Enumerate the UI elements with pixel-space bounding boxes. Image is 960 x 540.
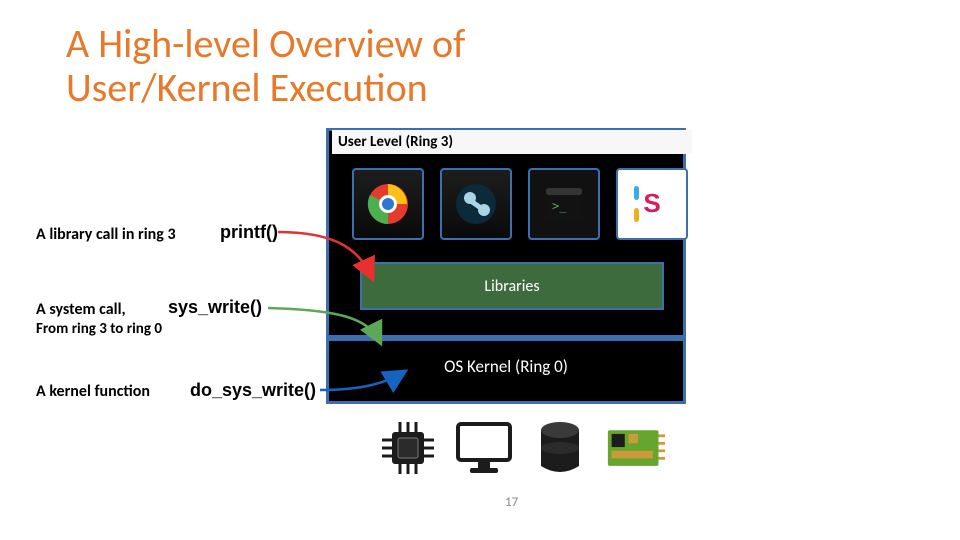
library-call-desc: A library call in ring 3 (36, 225, 176, 244)
page-title: A High-level Overview of User/Kernel Exe… (66, 22, 465, 110)
libraries-box: Libraries (360, 262, 664, 310)
svg-text:S: S (643, 188, 660, 218)
hardware-row (378, 418, 666, 478)
page-number: 17 (505, 495, 518, 510)
board-icon (606, 418, 666, 478)
sys-write-label: sys_write() (168, 297, 262, 318)
hard-disk-icon (530, 418, 590, 478)
kernel-fn-desc: A kernel function (36, 382, 150, 401)
chrome-icon (352, 168, 424, 240)
store-icon (440, 168, 512, 240)
libraries-label: Libraries (484, 277, 539, 296)
kernel-label: OS Kernel (Ring 0) (326, 356, 686, 377)
slack-icon: S (616, 168, 688, 240)
system-call-desc: A system call, (36, 300, 126, 319)
terminal-icon: >_ (528, 168, 600, 240)
printf-label: printf() (220, 222, 278, 243)
do-sys-write-label: do_sys_write() (190, 380, 316, 401)
monitor-icon (454, 418, 514, 478)
slide: A High-level Overview of User/Kernel Exe… (0, 0, 960, 540)
system-call-sub: From ring 3 to ring 0 (36, 320, 162, 338)
svg-text:>_: >_ (552, 199, 567, 213)
applications-row: >_ S (352, 168, 688, 240)
title-line-1: A High-level Overview of (66, 19, 465, 68)
cpu-icon (378, 418, 438, 478)
title-line-2: User/Kernel Execution (66, 63, 428, 112)
user-level-label: User Level (Ring 3) (332, 130, 692, 154)
